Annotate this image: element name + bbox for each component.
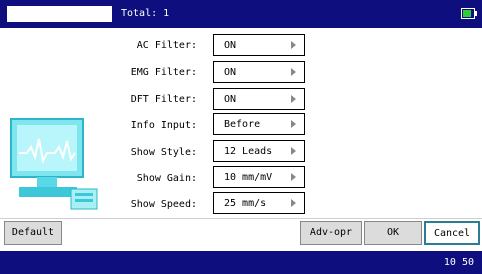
status-bar: 10 50 [0, 251, 482, 274]
emg-filter-select[interactable]: ON [213, 61, 305, 83]
cancel-button[interactable]: Cancel [424, 221, 480, 245]
show-style-value: 12 Leads [224, 146, 273, 157]
battery-icon [461, 8, 475, 19]
adv-opr-button[interactable]: Adv-opr [300, 221, 362, 245]
show-speed-value: 25 mm/s [224, 198, 267, 209]
ecg-monitor-icon [10, 118, 98, 210]
show-speed-select[interactable]: 25 mm/s [213, 192, 305, 214]
battery-tip [475, 11, 477, 16]
patient-name-field[interactable] [7, 6, 112, 22]
default-button[interactable]: Default [4, 221, 62, 245]
chevron-right-icon [291, 120, 296, 128]
ac-filter-label: AC Filter: [136, 40, 197, 51]
chevron-right-icon [291, 147, 296, 155]
dft-filter-value: ON [224, 94, 237, 105]
dft-filter-select[interactable]: ON [213, 88, 305, 110]
chevron-right-icon [291, 95, 296, 103]
chevron-right-icon [291, 199, 296, 207]
clock-time: 10 50 [443, 257, 474, 268]
chevron-right-icon [291, 68, 296, 76]
emg-filter-value: ON [224, 67, 237, 78]
ac-filter-value: ON [224, 40, 237, 51]
emg-filter-label: EMG Filter: [130, 67, 197, 78]
info-input-select[interactable]: Before [213, 113, 305, 135]
total-count: Total: 1 [121, 8, 170, 19]
show-gain-value: 10 mm/mV [224, 172, 273, 183]
ok-button[interactable]: OK [364, 221, 422, 245]
chevron-right-icon [291, 41, 296, 49]
ac-filter-select[interactable]: ON [213, 34, 305, 56]
chevron-right-icon [291, 173, 296, 181]
show-style-select[interactable]: 12 Leads [213, 140, 305, 162]
show-gain-select[interactable]: 10 mm/mV [213, 166, 305, 188]
info-input-value: Before [224, 119, 261, 130]
dft-filter-label: DFT Filter: [130, 94, 197, 105]
